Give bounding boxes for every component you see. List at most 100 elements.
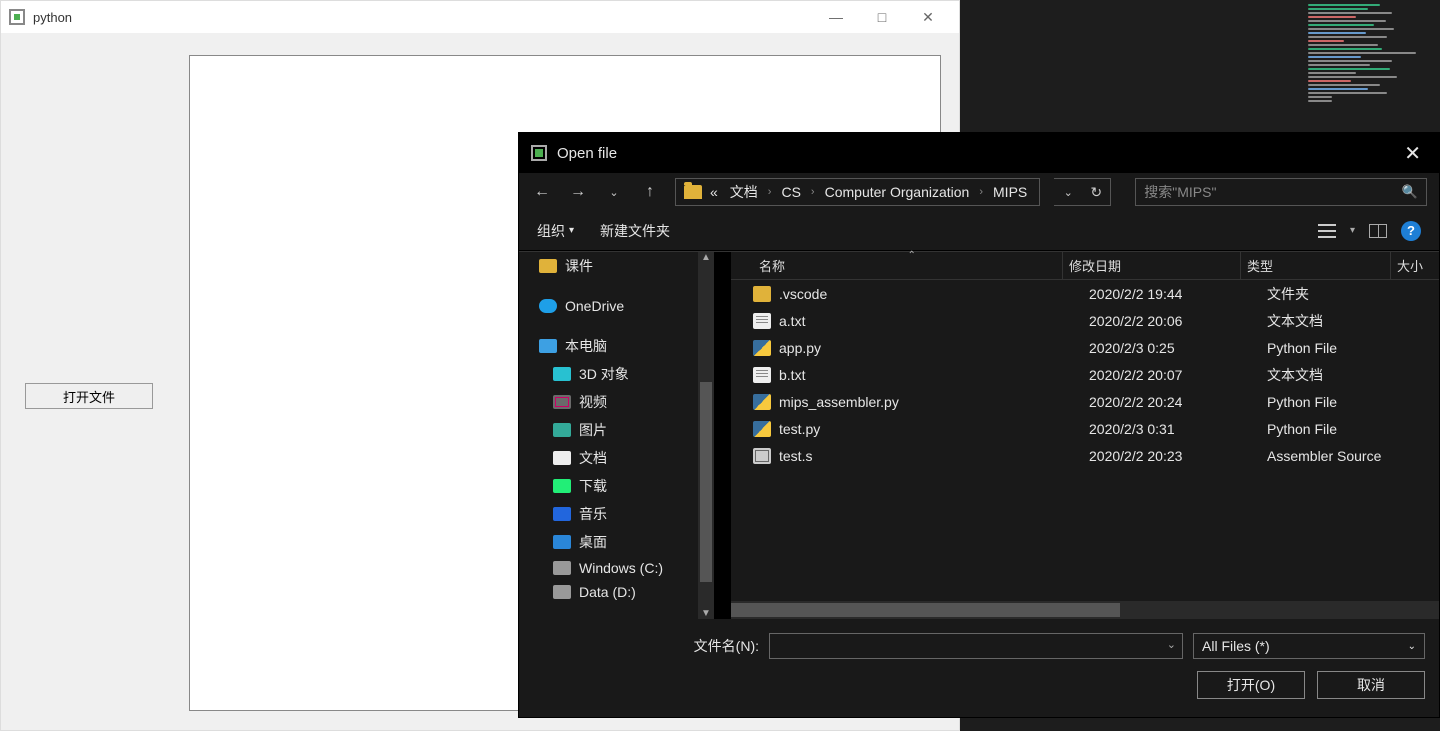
scroll-down-icon[interactable]: ▼ — [698, 608, 714, 619]
dialog-navbar: ← → ⌄ ↑ « 文档 › CS › Computer Organizatio… — [519, 173, 1439, 211]
file-row[interactable]: b.txt2020/2/2 20:07文本文档 — [731, 361, 1439, 388]
dialog-title: Open file — [557, 145, 617, 162]
file-date: 2020/2/2 20:24 — [1089, 394, 1267, 410]
python-title: python — [33, 10, 72, 25]
file-type: Python File — [1267, 340, 1427, 356]
caret-down-icon[interactable]: ▾ — [1350, 225, 1355, 236]
sidebar-item-label: Data (D:) — [579, 584, 636, 600]
sidebar-item-label: 课件 — [565, 256, 593, 276]
breadcrumb-part[interactable]: CS — [777, 184, 804, 200]
py-icon — [753, 340, 771, 356]
hscroll-thumb[interactable] — [731, 603, 1120, 617]
file-name: b.txt — [779, 367, 1089, 383]
sidebar-item[interactable]: 本电脑 — [519, 332, 714, 360]
file-row[interactable]: test.s2020/2/2 20:23Assembler Source — [731, 442, 1439, 469]
search-input[interactable]: 搜索"MIPS" 🔍 — [1135, 178, 1427, 206]
sidebar-item[interactable]: 3D 对象 — [519, 360, 714, 388]
breadcrumb-part[interactable]: Computer Organization — [821, 184, 974, 200]
nav-recent-icon[interactable]: ⌄ — [603, 186, 625, 199]
file-type: Assembler Source — [1267, 448, 1427, 464]
dialog-footer: 文件名(N): ⌄ All Files (*) ⌄ 打开(O) 取消 — [519, 619, 1439, 717]
search-icon: 🔍 — [1402, 184, 1418, 200]
sidebar-item[interactable]: Data (D:) — [519, 580, 714, 604]
sidebar-item-label: 下载 — [579, 476, 607, 496]
file-type-label: All Files (*) — [1202, 638, 1270, 654]
file-type-filter[interactable]: All Files (*) ⌄ — [1193, 633, 1425, 659]
file-row[interactable]: test.py2020/2/3 0:31Python File — [731, 415, 1439, 442]
nav-forward-icon[interactable]: → — [567, 183, 589, 201]
new-folder-button[interactable]: 新建文件夹 — [600, 221, 670, 241]
file-date: 2020/2/2 20:23 — [1089, 448, 1267, 464]
new-folder-label: 新建文件夹 — [600, 221, 670, 241]
file-list-hscrollbar[interactable] — [731, 601, 1439, 619]
column-date[interactable]: 修改日期 — [1063, 252, 1241, 279]
code-minimap[interactable] — [1308, 4, 1428, 104]
file-list-pane: 名称 ⌃ 修改日期 类型 大小 .vscode2020/2/2 19:44文件夹… — [731, 252, 1439, 619]
organize-menu[interactable]: 组织 ▾ — [537, 221, 574, 241]
sidebar-item-label: OneDrive — [565, 298, 624, 314]
sidebar-item[interactable]: OneDrive — [519, 294, 714, 318]
sidebar-item[interactable]: 下载 — [519, 472, 714, 500]
file-row[interactable]: .vscode2020/2/2 19:44文件夹 — [731, 280, 1439, 307]
sidebar-item-label: 文档 — [579, 448, 607, 468]
dialog-titlebar: Open file ✕ — [519, 133, 1439, 173]
sidebar-item[interactable]: 音乐 — [519, 500, 714, 528]
breadcrumb-part[interactable]: MIPS — [989, 184, 1031, 200]
sidebar-item-label: 音乐 — [579, 504, 607, 524]
view-options-icon[interactable] — [1318, 224, 1336, 238]
dialog-close-button[interactable]: ✕ — [1398, 141, 1427, 166]
video-icon — [553, 395, 571, 409]
caret-down-icon: ▾ — [569, 225, 574, 236]
sidebar-scrollbar[interactable]: ▲ ▼ — [698, 252, 714, 619]
folder-icon — [539, 259, 557, 273]
breadcrumb-part[interactable]: 文档 — [726, 182, 762, 202]
sidebar-item[interactable]: 视频 — [519, 388, 714, 416]
breadcrumb-prefix: « — [706, 184, 722, 200]
folder-icon — [753, 286, 771, 302]
scroll-up-icon[interactable]: ▲ — [698, 252, 714, 263]
nav-up-icon[interactable]: ↑ — [639, 183, 661, 201]
sidebar-item[interactable]: 图片 — [519, 416, 714, 444]
file-date: 2020/2/3 0:31 — [1089, 421, 1267, 437]
open-button[interactable]: 打开(O) — [1197, 671, 1305, 699]
sidebar-item[interactable]: 桌面 — [519, 528, 714, 556]
cube-icon — [553, 367, 571, 381]
onedrive-icon — [539, 299, 557, 313]
file-name: app.py — [779, 340, 1089, 356]
preview-pane-icon[interactable] — [1369, 224, 1387, 238]
column-name[interactable]: 名称 ⌃ — [753, 252, 1063, 279]
file-row[interactable]: app.py2020/2/3 0:25Python File — [731, 334, 1439, 361]
file-row[interactable]: mips_assembler.py2020/2/2 20:24Python Fi… — [731, 388, 1439, 415]
column-headers: 名称 ⌃ 修改日期 类型 大小 — [731, 252, 1439, 280]
refresh-icon[interactable]: ↻ — [1082, 184, 1110, 201]
column-type[interactable]: 类型 — [1241, 252, 1391, 279]
maximize-button[interactable]: □ — [859, 1, 905, 33]
doc-icon — [553, 451, 571, 465]
python-app-icon — [9, 9, 25, 25]
help-icon[interactable]: ? — [1401, 221, 1421, 241]
close-window-button[interactable]: ✕ — [905, 1, 951, 33]
scroll-thumb[interactable] — [700, 382, 712, 582]
chevron-right-icon: › — [766, 186, 774, 198]
nav-back-icon[interactable]: ← — [531, 183, 553, 201]
file-type: 文本文档 — [1267, 365, 1427, 385]
file-type: Python File — [1267, 421, 1427, 437]
address-bar[interactable]: « 文档 › CS › Computer Organization › MIPS — [675, 178, 1040, 206]
file-row[interactable]: a.txt2020/2/2 20:06文本文档 — [731, 307, 1439, 334]
filename-input[interactable]: ⌄ — [769, 633, 1183, 659]
column-size[interactable]: 大小 — [1391, 252, 1439, 279]
sidebar-item[interactable]: 课件 — [519, 252, 714, 280]
cancel-button[interactable]: 取消 — [1317, 671, 1425, 699]
minimize-button[interactable]: — — [813, 1, 859, 33]
txt-icon — [753, 313, 771, 329]
address-dropdown-icon[interactable]: ⌄ — [1054, 186, 1082, 199]
sidebar-item[interactable]: 文档 — [519, 444, 714, 472]
filename-dropdown-icon[interactable]: ⌄ — [1167, 638, 1176, 651]
caret-down-icon: ⌄ — [1408, 641, 1416, 652]
open-file-button[interactable]: 打开文件 — [25, 383, 153, 409]
down-icon — [553, 479, 571, 493]
organize-label: 组织 — [537, 221, 565, 241]
sidebar-item[interactable]: Windows (C:) — [519, 556, 714, 580]
python-titlebar: python — □ ✕ — [1, 1, 959, 33]
file-date: 2020/2/3 0:25 — [1089, 340, 1267, 356]
